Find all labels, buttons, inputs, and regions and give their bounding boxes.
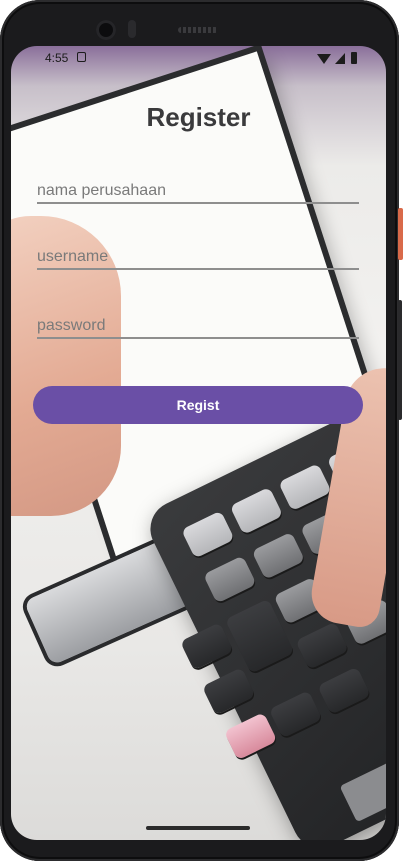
home-indicator[interactable]	[146, 826, 250, 830]
register-screen: Register Regist	[11, 46, 386, 840]
password-input[interactable]	[37, 317, 359, 335]
company-input[interactable]	[37, 182, 359, 200]
username-field	[37, 234, 359, 270]
volume-button[interactable]	[398, 300, 402, 420]
username-input[interactable]	[37, 248, 359, 266]
earpiece-speaker	[178, 27, 218, 33]
front-camera	[96, 20, 116, 40]
status-time: 4:55	[45, 51, 69, 65]
page-title: Register	[146, 102, 251, 132]
notification-icon	[77, 52, 86, 62]
status-bar: 4:55	[11, 46, 386, 72]
power-button[interactable]	[398, 208, 403, 260]
regist-button[interactable]: Regist	[33, 386, 363, 424]
camera-sensor	[128, 20, 136, 38]
company-field	[37, 168, 359, 204]
battery-icon	[351, 52, 357, 64]
password-field	[37, 303, 359, 339]
wifi-icon	[317, 54, 331, 64]
signal-icon	[335, 53, 345, 64]
